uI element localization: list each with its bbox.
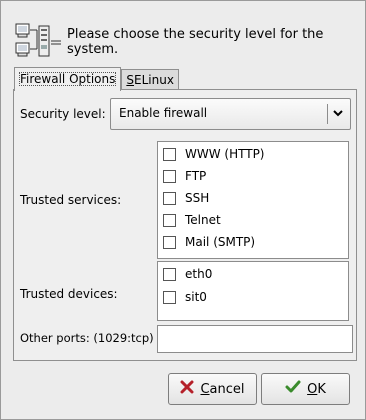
trusted-services-list: WWW (HTTP) FTP SSH Telnet Mail (SMTP) <box>157 141 349 259</box>
other-ports-input[interactable] <box>157 325 353 353</box>
tab-selinux-rest: ELinux <box>134 73 174 87</box>
tab-selinux-mnemonic: S <box>126 73 134 87</box>
tab-selinux[interactable]: SELinux <box>121 69 179 90</box>
dropdown-separator <box>327 104 328 124</box>
cancel-icon <box>180 380 194 398</box>
ok-mnemonic: O <box>307 381 318 397</box>
checkbox[interactable] <box>163 213 176 227</box>
service-www[interactable]: WWW (HTTP) <box>163 147 264 161</box>
tab-selinux-label: SELinux <box>126 73 174 87</box>
service-label: Telnet <box>185 213 221 227</box>
device-sit0[interactable]: sit0 <box>163 290 207 304</box>
checkbox[interactable] <box>163 290 176 304</box>
network-computers-icon <box>15 23 63 61</box>
service-label: WWW (HTTP) <box>185 147 265 161</box>
chevron-down-icon[interactable] <box>330 103 346 123</box>
checkbox[interactable] <box>163 191 176 205</box>
trusted-devices-list: eth0 sit0 <box>157 261 349 321</box>
firewall-options-panel: Security level: Enable firewall Trusted … <box>13 89 357 361</box>
other-ports-label: Other ports: (1029:tcp) <box>20 331 154 345</box>
tab-firewall-options[interactable]: Firewall Options <box>14 67 122 91</box>
service-label: Mail (SMTP) <box>185 235 256 249</box>
checkbox[interactable] <box>163 169 176 183</box>
security-level-value: Enable firewall <box>119 106 208 120</box>
tab-firewall-options-label: Firewall Options <box>19 72 117 86</box>
device-label: eth0 <box>185 267 213 281</box>
service-ftp[interactable]: FTP <box>163 169 206 183</box>
service-label: FTP <box>185 169 207 183</box>
tab-bar: Firewall Options SELinux <box>14 67 179 91</box>
ok-button-label: OK <box>307 382 326 397</box>
cancel-rest: ancel <box>209 381 245 397</box>
checkbox[interactable] <box>163 267 176 281</box>
checkmark-icon <box>285 380 301 398</box>
security-level-label: Security level: <box>20 107 106 121</box>
ok-button[interactable]: OK <box>261 373 350 405</box>
device-eth0[interactable]: eth0 <box>163 267 212 281</box>
security-level-dropdown[interactable]: Enable firewall <box>110 98 351 130</box>
ok-rest: K <box>317 381 326 397</box>
header: Please choose the security level for the… <box>15 23 365 61</box>
service-ssh[interactable]: SSH <box>163 191 209 205</box>
cancel-mnemonic: C <box>200 381 210 397</box>
cancel-button-label: Cancel <box>200 382 244 397</box>
service-label: SSH <box>185 191 210 205</box>
service-mail[interactable]: Mail (SMTP) <box>163 235 255 249</box>
trusted-devices-label: Trusted devices: <box>20 287 118 301</box>
checkbox[interactable] <box>163 235 176 249</box>
header-message: Please choose the security level for the… <box>67 27 324 57</box>
dialog-window: Please choose the security level for the… <box>0 0 366 420</box>
device-label: sit0 <box>185 290 207 304</box>
checkbox[interactable] <box>163 147 176 161</box>
service-telnet[interactable]: Telnet <box>163 213 221 227</box>
cancel-button[interactable]: Cancel <box>168 373 257 405</box>
trusted-services-label: Trusted services: <box>20 193 122 207</box>
